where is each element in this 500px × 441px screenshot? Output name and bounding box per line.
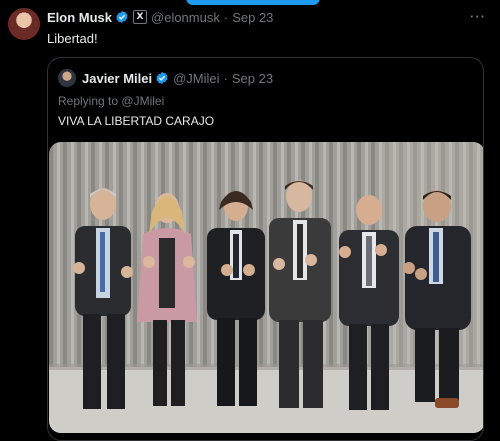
author-handle[interactable]: @elonmusk [151,10,220,25]
more-icon[interactable]: ··· [470,9,486,24]
replying-to-handle[interactable]: @JMilei [121,94,164,108]
quoted-post-card[interactable]: Javier Milei @JMilei · Sep 23 Replying t… [47,57,484,441]
verified-badge-icon [116,10,128,24]
separator-dot: · [223,70,228,86]
x-affiliation-icon: X [133,10,148,24]
group-photo-illustration [49,142,483,433]
post-header: Elon Musk X @elonmusk · Sep 23 [47,8,490,26]
quoted-author-handle[interactable]: @JMilei [173,71,219,86]
post-date[interactable]: Sep 23 [232,10,273,25]
quoted-author-name[interactable]: Javier Milei [82,71,152,86]
quoted-post-header: Javier Milei @JMilei · Sep 23 [58,68,273,88]
replying-to-line: Replying to @JMilei [58,94,164,108]
post-photo[interactable] [49,142,483,433]
replying-to-label: Replying to [58,94,119,108]
verified-badge-icon [156,71,168,85]
post-text: Libertad! [47,31,98,46]
separator-dot: · [223,9,229,25]
quoted-author-avatar[interactable] [58,69,76,87]
author-avatar[interactable] [8,8,40,40]
quoted-post-date[interactable]: Sep 23 [232,71,273,86]
quoted-post-text: VIVA LA LIBERTAD CARAJO [58,114,215,128]
author-name[interactable]: Elon Musk [47,10,112,25]
new-posts-pill[interactable] [186,0,320,5]
